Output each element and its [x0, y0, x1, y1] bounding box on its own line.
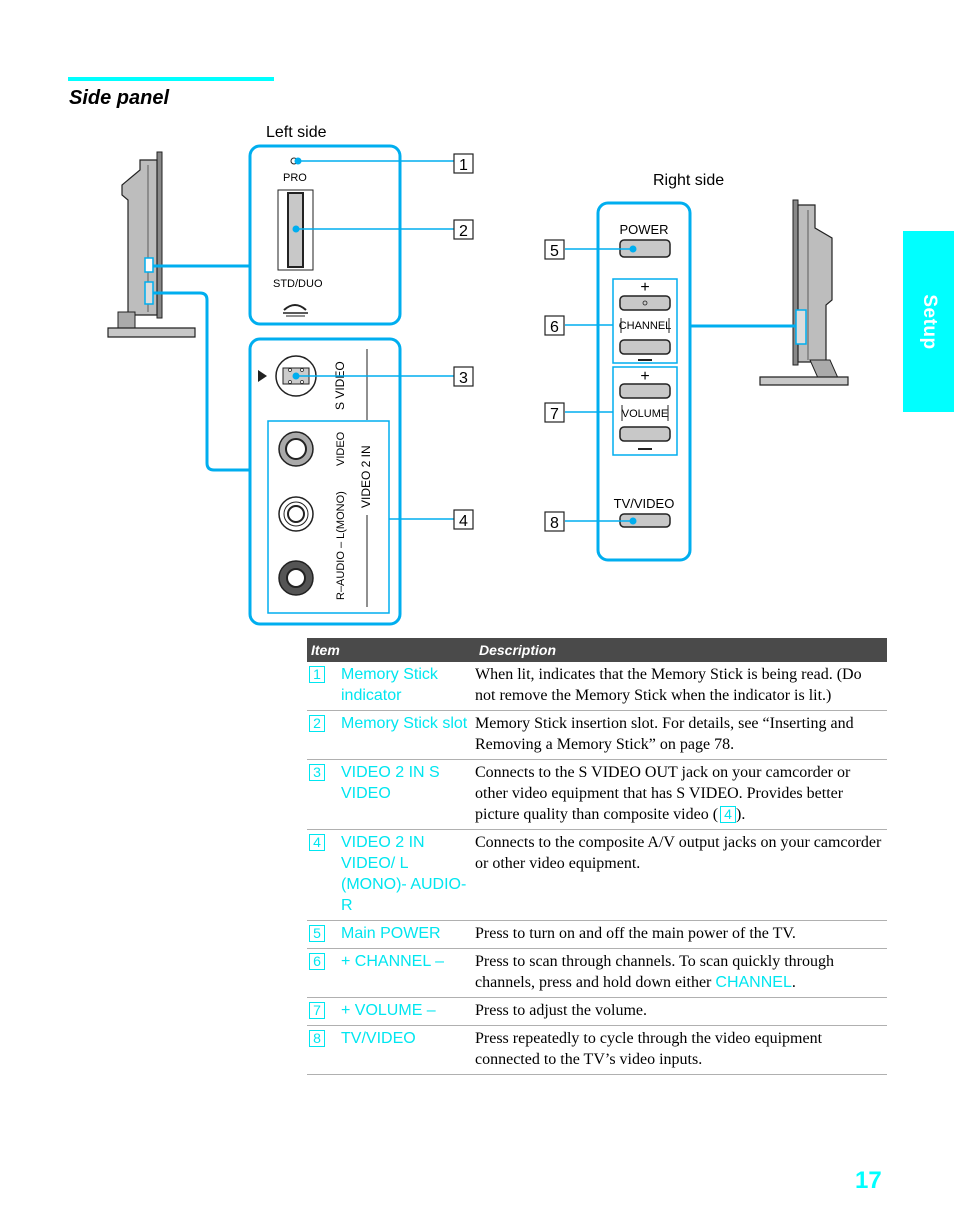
pro-label: PRO: [283, 172, 307, 184]
std-duo-label: STD/DUO: [273, 278, 323, 290]
connector-line: [153, 291, 250, 472]
callout-7: 7: [544, 402, 565, 423]
table-row: 7 + VOLUME – Press to adjust the volume.: [307, 997, 887, 1026]
svg-text:4: 4: [459, 513, 468, 530]
item-description: Connects to the S VIDEO OUT jack on your…: [475, 759, 887, 830]
callout-6: 6: [544, 315, 565, 336]
item-name: VIDEO 2 IN S VIDEO: [341, 759, 475, 830]
item-name: TV/VIDEO: [341, 1025, 475, 1075]
table-row: 4 VIDEO 2 IN VIDEO/ L (MONO)- AUDIO-R Co…: [307, 829, 887, 921]
callout-4: 4: [453, 509, 474, 530]
item-description: Press to turn on and off the main power …: [475, 920, 887, 949]
volume-up-button[interactable]: [619, 383, 671, 399]
svg-text:5: 5: [550, 243, 559, 260]
item-description: When lit, indicates that the Memory Stic…: [475, 662, 887, 711]
right-side-label: Right side: [653, 172, 724, 189]
tv-video-label: TV/VIDEO: [614, 496, 675, 511]
volume-plus-label: +: [640, 368, 649, 385]
video2-input-panel: [248, 337, 402, 626]
table-row: 5 Main POWER Press to turn on and off th…: [307, 920, 887, 949]
item-number: 3: [309, 764, 325, 781]
audio-left-mono-jack[interactable]: [278, 496, 314, 532]
left-side-label: Left side: [266, 124, 327, 141]
audio-right-jack[interactable]: [278, 560, 314, 596]
video-jack-label: VIDEO: [335, 431, 347, 466]
tv-right-profile-illustration: [759, 199, 849, 386]
callout-5: 5: [544, 239, 565, 260]
item-name: + CHANNEL –: [341, 948, 475, 998]
table-row: 1 Memory Stick indicator When lit, indic…: [307, 662, 887, 711]
channel-plus-label: +: [640, 279, 649, 296]
item-description: Connects to the composite A/V output jac…: [475, 829, 887, 921]
svg-text:6: 6: [550, 319, 559, 336]
item-name: Main POWER: [341, 920, 475, 949]
power-label: POWER: [619, 222, 668, 237]
description-column-header: Description: [475, 638, 887, 662]
svg-text:3: 3: [459, 370, 468, 387]
video2-in-label: VIDEO 2 IN: [359, 445, 373, 508]
callout-1: 1: [453, 153, 474, 174]
volume-label: VOLUME: [622, 408, 668, 420]
item-number: 4: [309, 834, 325, 851]
item-name: + VOLUME –: [341, 997, 475, 1026]
channel-reference: CHANNEL: [715, 974, 792, 991]
item-name: Memory Stick slot: [341, 710, 475, 760]
item-name: VIDEO 2 IN VIDEO/ L (MONO)- AUDIO-R: [341, 829, 475, 921]
item-column-header: Item: [307, 638, 475, 662]
callout-3: 3: [453, 366, 474, 387]
callout-2: 2: [453, 219, 474, 240]
item-number: 2: [309, 715, 325, 732]
audio-jack-label: R–AUDIO – L(MONO): [335, 491, 347, 600]
table-row: 3 VIDEO 2 IN S VIDEO Connects to the S V…: [307, 759, 887, 830]
svg-text:8: 8: [550, 515, 559, 532]
table-row: 6 + CHANNEL – Press to scan through chan…: [307, 948, 887, 998]
volume-down-button[interactable]: [619, 426, 671, 442]
item-description: Press repeatedly to cycle through the vi…: [475, 1025, 887, 1075]
table-row: 8 TV/VIDEO Press repeatedly to cycle thr…: [307, 1025, 887, 1075]
svg-text:1: 1: [459, 157, 468, 174]
item-description: Memory Stick insertion slot. For details…: [475, 710, 887, 760]
tv-left-profile-illustration: [107, 151, 196, 338]
memory-stick-panel: [248, 144, 402, 326]
item-number: 7: [309, 1002, 325, 1019]
item-description: Press to scan through channels. To scan …: [475, 948, 887, 998]
svg-text:7: 7: [550, 406, 559, 423]
table-row: 2 Memory Stick slot Memory Stick inserti…: [307, 710, 887, 760]
svg-text:2: 2: [459, 223, 468, 240]
channel-down-button[interactable]: [619, 339, 671, 355]
callout-8: 8: [544, 511, 565, 532]
side-panel-diagram: Left side Right side PRO STD/DUO S VIDEO: [107, 124, 849, 626]
table-header-row: Item Description: [307, 638, 887, 662]
item-number: 1: [309, 666, 325, 683]
item-number: 8: [309, 1030, 325, 1047]
item-reference[interactable]: 4: [720, 806, 737, 823]
item-number: 5: [309, 925, 325, 942]
item-description: Press to adjust the volume.: [475, 997, 887, 1026]
page-number: 17: [855, 1167, 882, 1194]
video-jack[interactable]: [278, 431, 314, 467]
channel-label: CHANNEL: [619, 320, 672, 332]
side-panel-table: Item Description 1 Memory Stick indicato…: [307, 638, 887, 1075]
item-number: 6: [309, 953, 325, 970]
item-name: Memory Stick indicator: [341, 662, 475, 711]
s-video-label: S VIDEO: [333, 361, 347, 410]
channel-up-button[interactable]: [619, 295, 671, 311]
